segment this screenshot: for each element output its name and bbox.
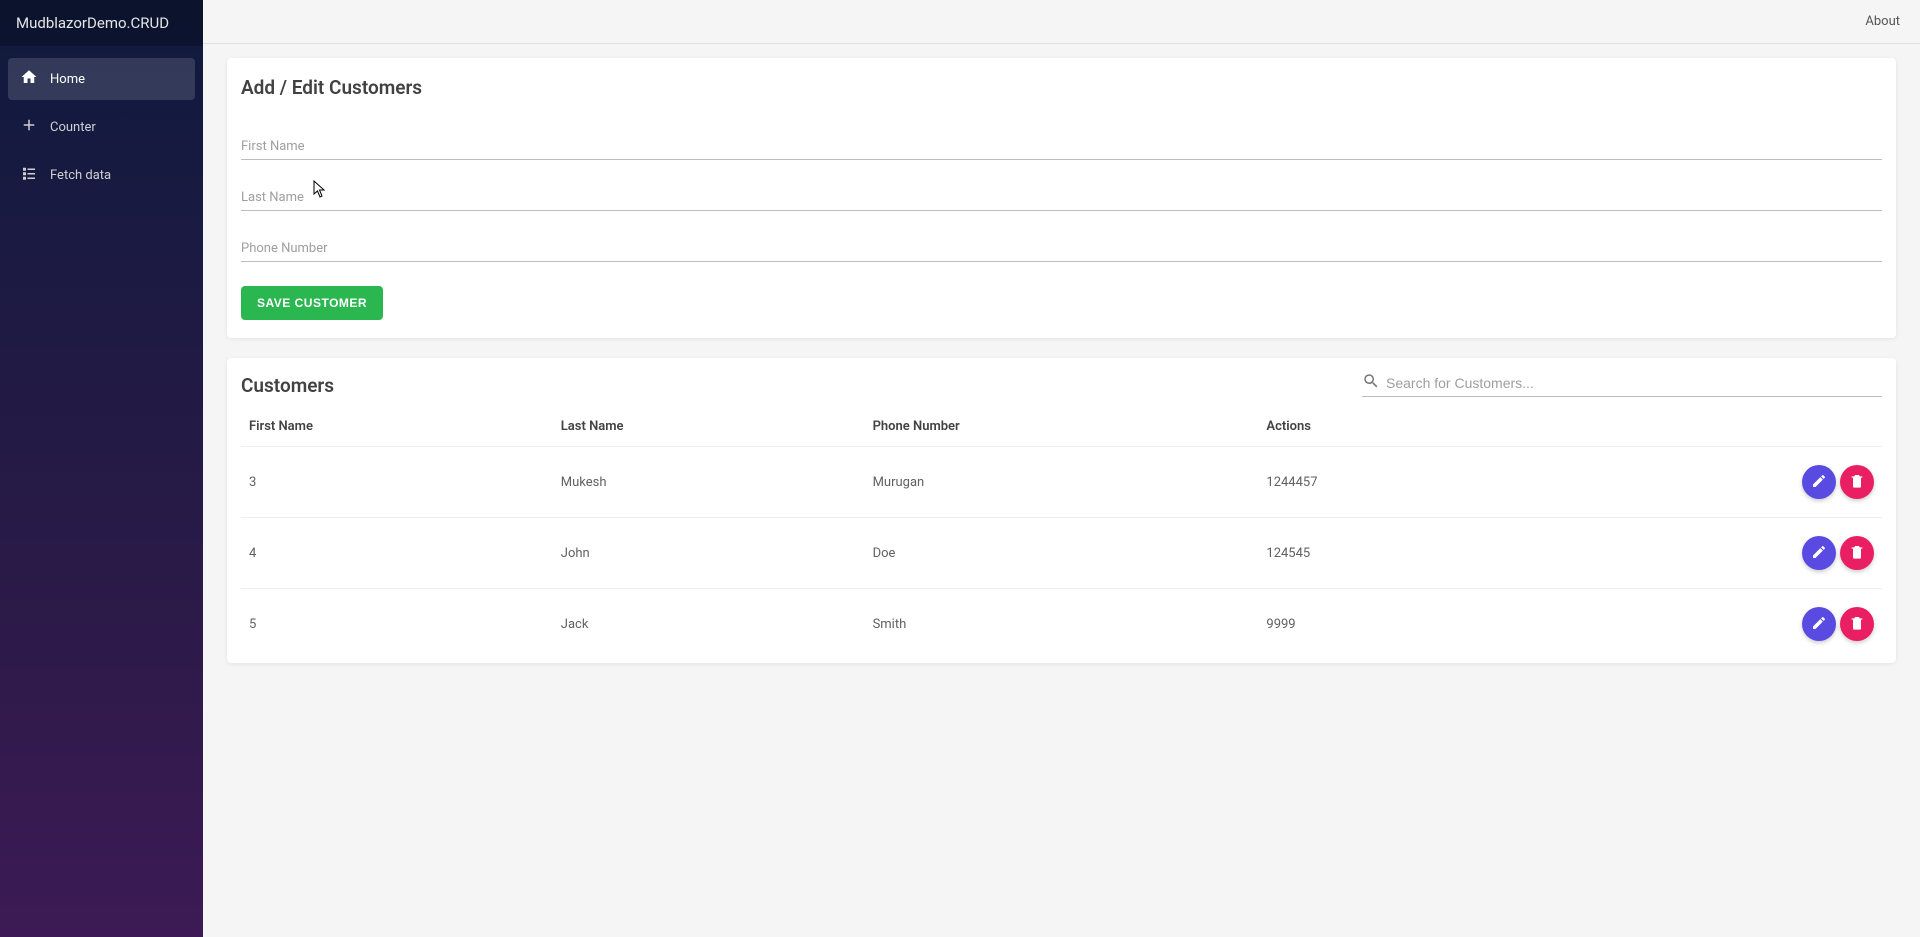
plus-icon	[20, 116, 38, 138]
customers-table: First Name Last Name Phone Number Action…	[241, 407, 1882, 659]
last-name-input[interactable]	[241, 184, 1882, 211]
first-name-field-wrapper: First Name	[241, 133, 1882, 160]
save-customer-button[interactable]: SAVE CUSTOMER	[241, 286, 383, 320]
col-phone: Phone Number	[865, 407, 1259, 447]
cell-id: 5	[241, 589, 553, 660]
edit-button[interactable]	[1802, 607, 1836, 641]
col-last-name: Last Name	[553, 407, 865, 447]
form-title: Add / Edit Customers	[241, 76, 1882, 99]
phone-input[interactable]	[241, 235, 1882, 262]
cell-phone: 1244457	[1258, 447, 1521, 518]
sidebar-item-label: Counter	[50, 120, 96, 135]
sidebar-nav: Home Counter Fetch data	[0, 46, 203, 214]
cell-first-name: Jack	[553, 589, 865, 660]
cell-actions	[1521, 589, 1882, 660]
table-row: 4JohnDoe124545	[241, 518, 1882, 589]
table-title: Customers	[241, 374, 334, 397]
search-icon	[1362, 372, 1380, 394]
cell-first-name: Mukesh	[553, 447, 865, 518]
list-icon	[20, 164, 38, 186]
cell-id: 3	[241, 447, 553, 518]
table-row: 3MukeshMurugan1244457	[241, 447, 1882, 518]
edit-icon	[1811, 544, 1827, 563]
delete-icon	[1849, 473, 1865, 492]
table-header: Customers	[241, 372, 1882, 397]
col-actions: Actions	[1258, 407, 1521, 447]
cell-phone: 124545	[1258, 518, 1521, 589]
sidebar-item-fetch-data[interactable]: Fetch data	[8, 154, 195, 196]
cell-actions	[1521, 447, 1882, 518]
phone-field-wrapper: Phone Number	[241, 235, 1882, 262]
sidebar: MudblazorDemo.CRUD Home Counter Fetch da…	[0, 0, 203, 937]
about-link[interactable]: About	[1865, 14, 1900, 29]
delete-button[interactable]	[1840, 465, 1874, 499]
last-name-field-wrapper: Last Name	[241, 184, 1882, 211]
delete-icon	[1849, 544, 1865, 563]
search-input[interactable]	[1386, 375, 1882, 391]
form-card: Add / Edit Customers First Name Last Nam…	[227, 58, 1896, 338]
delete-button[interactable]	[1840, 536, 1874, 570]
table-card: Customers First Name Last Name Phone Num…	[227, 358, 1896, 663]
sidebar-item-label: Fetch data	[50, 168, 111, 183]
col-first-name: First Name	[241, 407, 553, 447]
delete-button[interactable]	[1840, 607, 1874, 641]
app-brand: MudblazorDemo.CRUD	[0, 0, 203, 46]
delete-icon	[1849, 615, 1865, 634]
edit-icon	[1811, 473, 1827, 492]
edit-button[interactable]	[1802, 536, 1836, 570]
edit-button[interactable]	[1802, 465, 1836, 499]
cell-last-name: Smith	[865, 589, 1259, 660]
cell-last-name: Doe	[865, 518, 1259, 589]
table-row: 5JackSmith9999	[241, 589, 1882, 660]
cell-first-name: John	[553, 518, 865, 589]
sidebar-item-home[interactable]: Home	[8, 58, 195, 100]
cell-phone: 9999	[1258, 589, 1521, 660]
first-name-input[interactable]	[241, 133, 1882, 160]
topbar: About	[203, 0, 1920, 44]
home-icon	[20, 68, 38, 90]
content: Add / Edit Customers First Name Last Nam…	[203, 44, 1920, 697]
cell-last-name: Murugan	[865, 447, 1259, 518]
sidebar-item-label: Home	[50, 72, 85, 87]
sidebar-item-counter[interactable]: Counter	[8, 106, 195, 148]
search-box	[1362, 372, 1882, 397]
edit-icon	[1811, 615, 1827, 634]
main: About Add / Edit Customers First Name La…	[203, 0, 1920, 937]
cell-id: 4	[241, 518, 553, 589]
cell-actions	[1521, 518, 1882, 589]
